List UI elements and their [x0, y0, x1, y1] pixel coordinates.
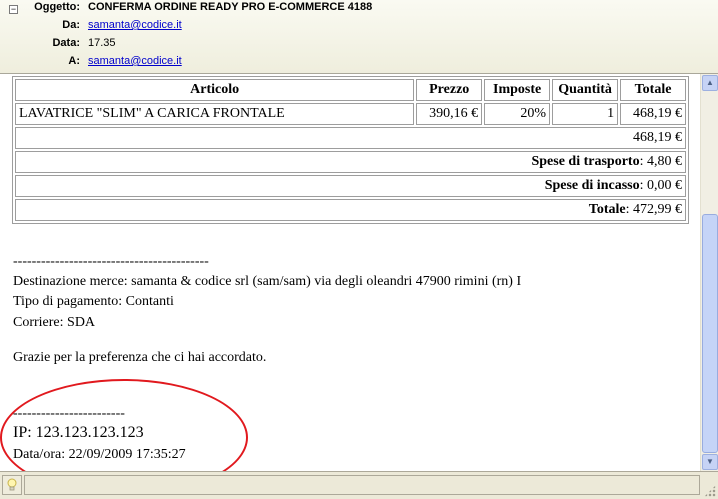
shipping-row: Spese di trasporto: 4,80 €	[15, 151, 686, 173]
subject-label: Oggetto:	[34, 1, 80, 13]
col-quantita: Quantità	[552, 79, 619, 101]
total-value: : 472,99 €	[625, 202, 682, 217]
cod-value: : 0,00 €	[639, 178, 682, 193]
shipping-label: Spese di trasporto	[531, 154, 640, 169]
total-label: Totale	[588, 202, 626, 217]
vertical-scrollbar[interactable]: ▲ ▼	[700, 74, 718, 471]
courier-text: Corriere: SDA	[13, 315, 96, 330]
message-header: − Oggetto: CONFERMA ORDINE READY PRO E-C…	[0, 0, 718, 74]
date-value: 17.35	[88, 37, 116, 49]
status-icon-cell	[2, 475, 22, 495]
cell-imposte: 20%	[484, 103, 551, 125]
resize-grip[interactable]	[704, 485, 716, 497]
cod-label: Spese di incasso	[544, 178, 640, 193]
lightbulb-icon	[7, 478, 17, 491]
datetime-text: Data/ora: 22/09/2009 17:35:27	[13, 447, 186, 462]
col-totale: Totale	[620, 79, 686, 101]
order-table: Articolo Prezzo Imposte Quantità Totale …	[12, 76, 689, 224]
cod-cell: Spese di incasso: 0,00 €	[15, 175, 686, 197]
subtotal-row: 468,19 €	[15, 127, 686, 149]
thanks-text: Grazie per la preferenza che ci hai acco…	[13, 350, 267, 365]
table-header-row: Articolo Prezzo Imposte Quantità Totale	[15, 79, 686, 101]
cell-prezzo: 390,16 €	[416, 103, 483, 125]
to-link[interactable]: samanta@codice.it	[88, 55, 182, 67]
subtotal-value: 468,19 €	[15, 127, 686, 149]
cod-row: Spese di incasso: 0,00 €	[15, 175, 686, 197]
col-prezzo: Prezzo	[416, 79, 483, 101]
separator-line: ------------------------	[13, 406, 125, 421]
status-text-area	[24, 475, 700, 495]
cell-articolo: LAVATRICE "SLIM" A CARICA FRONTALE	[15, 103, 415, 125]
scroll-down-button[interactable]: ▼	[702, 454, 718, 470]
ip-text: IP: 123.123.123.123	[13, 424, 144, 441]
cell-quantita: 1	[552, 103, 619, 125]
cell-totale: 468,19 €	[620, 103, 686, 125]
shipping-value: : 4,80 €	[639, 154, 682, 169]
payment-text: Tipo di pagamento: Contanti	[13, 294, 174, 309]
col-imposte: Imposte	[484, 79, 551, 101]
from-link[interactable]: samanta@codice.it	[88, 19, 182, 31]
separator-line: ----------------------------------------…	[13, 254, 209, 269]
total-row: Totale: 472,99 €	[15, 199, 686, 221]
from-label: Da:	[62, 19, 80, 31]
destination-text: Destinazione merce: samanta & codice srl…	[13, 274, 522, 289]
col-articolo: Articolo	[15, 79, 415, 101]
date-label: Data:	[52, 37, 80, 49]
scroll-up-button[interactable]: ▲	[702, 75, 718, 91]
status-bar	[0, 471, 718, 499]
shipping-cell: Spese di trasporto: 4,80 €	[15, 151, 686, 173]
scroll-thumb[interactable]	[702, 214, 718, 453]
subject-value: CONFERMA ORDINE READY PRO E-COMMERCE 418…	[88, 1, 373, 13]
total-cell: Totale: 472,99 €	[15, 199, 686, 221]
table-row: LAVATRICE "SLIM" A CARICA FRONTALE 390,1…	[15, 103, 686, 125]
to-label: A:	[68, 55, 80, 67]
message-body[interactable]: Articolo Prezzo Imposte Quantità Totale …	[0, 74, 700, 471]
